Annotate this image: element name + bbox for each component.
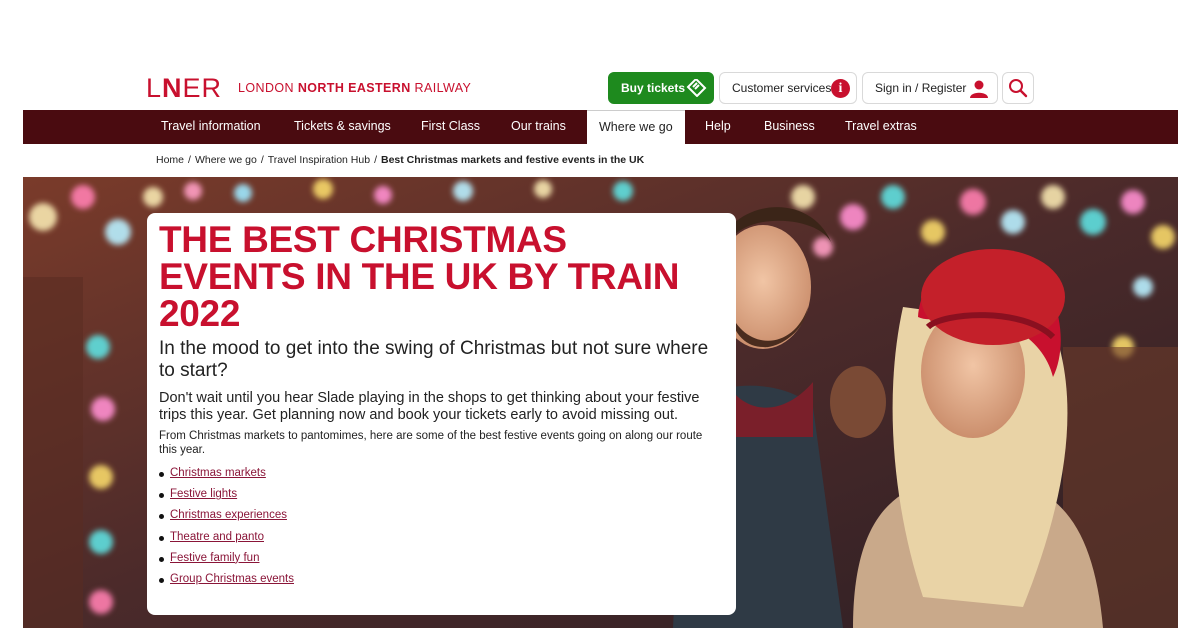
- buy-tickets-button[interactable]: Buy tickets: [608, 72, 714, 104]
- logo-wordmark: LONDON NORTH EASTERN RAILWAY: [238, 81, 472, 95]
- list-item: Festive family fun: [159, 552, 724, 573]
- customer-services-label: Customer services: [732, 81, 832, 95]
- list-item: Festive lights: [159, 488, 724, 509]
- sign-in-label: Sign in / Register: [875, 81, 967, 95]
- sign-in-button[interactable]: Sign in / Register: [862, 72, 998, 104]
- nav-travel-information[interactable]: Travel information: [161, 110, 261, 144]
- list-item: Christmas markets: [159, 467, 724, 488]
- hero-summary-paragraph: From Christmas markets to pantomimes, he…: [159, 430, 703, 456]
- nav-where-we-go[interactable]: Where we go: [587, 110, 685, 144]
- breadcrumb-home[interactable]: Home: [156, 154, 184, 166]
- search-icon: [1009, 79, 1028, 98]
- breadcrumb-travel-inspiration-hub[interactable]: Travel Inspiration Hub: [268, 154, 370, 166]
- link-festive-family-fun[interactable]: Festive family fun: [170, 552, 259, 564]
- buy-tickets-label: Buy tickets: [621, 81, 686, 95]
- breadcrumb-where-we-go[interactable]: Where we go: [195, 154, 257, 166]
- breadcrumb-current: Best Christmas markets and festive event…: [380, 154, 645, 166]
- ticket-icon: [686, 79, 707, 97]
- logo-mark: LNER: [146, 72, 223, 103]
- link-theatre-and-panto[interactable]: Theatre and panto: [170, 531, 264, 543]
- hero-intro-paragraph: Don't wait until you hear Slade playing …: [159, 390, 700, 423]
- nav-help[interactable]: Help: [705, 110, 731, 144]
- hero-card: THE BEST CHRISTMAS EVENTS IN THE UK BY T…: [147, 213, 736, 615]
- nav-travel-extras[interactable]: Travel extras: [845, 110, 917, 144]
- link-christmas-experiences[interactable]: Christmas experiences: [170, 509, 287, 521]
- breadcrumb: Home / Where we go / Travel Inspiration Hub /…: [156, 154, 644, 166]
- site-header: LNER LONDON NORTH EASTERN RAILWAY Buy ti…: [0, 0, 1200, 110]
- breadcrumb-separator: /: [188, 154, 191, 166]
- nav-first-class[interactable]: First Class: [421, 110, 480, 144]
- customer-services-button[interactable]: Customer services i: [719, 72, 857, 104]
- list-item: Christmas experiences: [159, 509, 724, 530]
- link-christmas-markets[interactable]: Christmas markets: [170, 467, 266, 479]
- breadcrumb-separator: /: [374, 154, 377, 166]
- link-group-christmas-events[interactable]: Group Christmas events: [170, 573, 294, 585]
- list-item: Group Christmas events: [159, 573, 724, 594]
- hero-lead: In the mood to get into the swing of Chr…: [159, 338, 709, 381]
- nav-our-trains[interactable]: Our trains: [511, 110, 566, 144]
- user-icon: [970, 80, 988, 98]
- page-title: THE BEST CHRISTMAS EVENTS IN THE UK BY T…: [159, 219, 680, 334]
- list-item: Theatre and panto: [159, 531, 724, 552]
- main-nav: Travel information Tickets & savings Fir…: [23, 110, 1178, 144]
- link-festive-lights[interactable]: Festive lights: [170, 488, 237, 500]
- search-button[interactable]: [1002, 72, 1034, 104]
- breadcrumb-separator: /: [260, 154, 264, 166]
- nav-tickets-savings[interactable]: Tickets & savings: [294, 110, 391, 144]
- section-links-list: Christmas markets Festive lights Christm…: [159, 467, 724, 594]
- info-icon: i: [831, 79, 850, 98]
- lner-logo[interactable]: LNER LONDON NORTH EASTERN RAILWAY: [146, 72, 471, 104]
- nav-business[interactable]: Business: [764, 110, 815, 144]
